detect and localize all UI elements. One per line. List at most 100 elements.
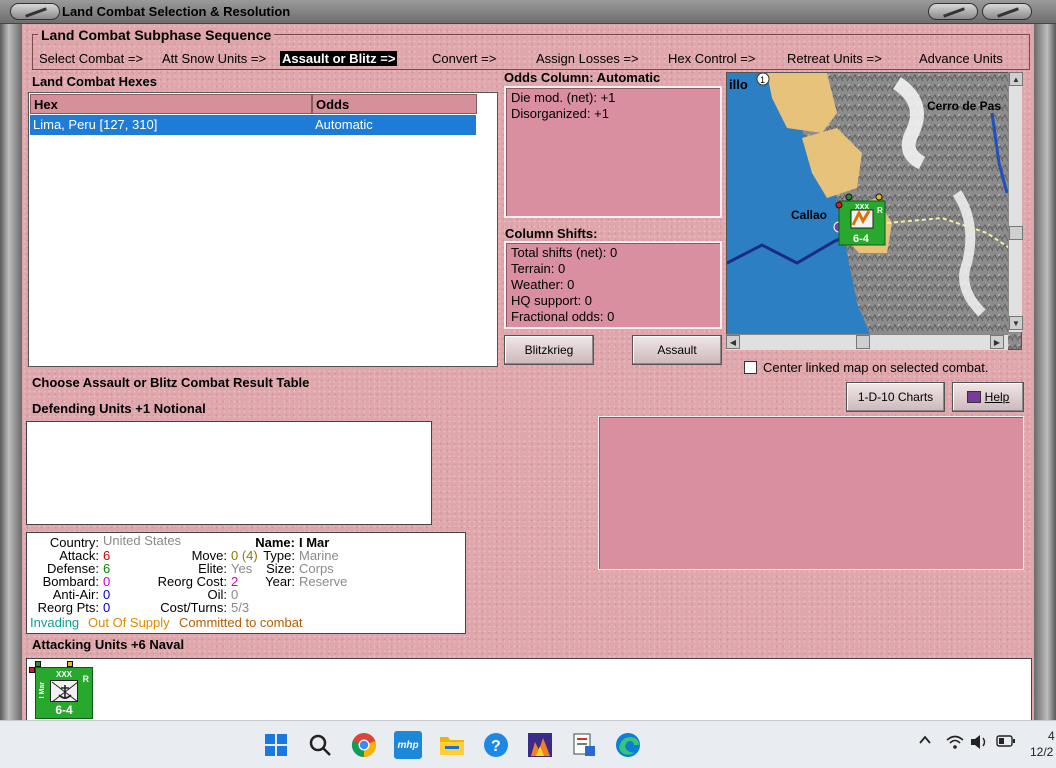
center-map-checkbox[interactable]: [744, 361, 757, 374]
year-label: Year:: [265, 574, 295, 589]
map-label-port: Callao: [791, 208, 827, 222]
mhp-label: mhp: [397, 739, 419, 751]
odds-column-title: Odds Column: Automatic: [504, 70, 661, 85]
seq-assign-losses[interactable]: Assign Losses =>: [536, 51, 639, 66]
counter-reserve: R: [82, 674, 90, 684]
center-map-label: Center linked map on selected combat.: [763, 360, 989, 375]
svg-text:R: R: [877, 206, 883, 215]
status-invading: Invading: [30, 615, 80, 630]
year-value: Reserve: [299, 574, 348, 589]
crt-title: Choose Assault or Blitz Combat Result Ta…: [32, 375, 310, 390]
defending-units-title: Defending Units +1 Notional: [32, 401, 206, 416]
land-combat-hexes-table: Hex Odds Lima, Peru [127, 310] Automatic: [28, 92, 498, 367]
combat-result-panel: [598, 416, 1024, 570]
attacking-unit-counter[interactable]: XXX R I Mar 6-4: [35, 667, 93, 719]
seq-select-combat[interactable]: Select Combat =>: [39, 51, 143, 66]
column-header-odds[interactable]: Odds: [312, 94, 477, 114]
window-frame-left: [0, 24, 22, 720]
column-shifts-title: Column Shifts:: [505, 226, 598, 241]
attacking-units-title: Attacking Units +6 Naval: [32, 637, 185, 652]
wifi-icon[interactable]: [946, 734, 964, 753]
total-shifts-text: Total shifts (net): 0: [511, 245, 618, 260]
chevron-up-icon[interactable]: [918, 733, 932, 750]
row-hex: Lima, Peru [127, 310]: [33, 117, 158, 132]
window-title: Land Combat Selection & Resolution: [62, 4, 291, 19]
start-icon[interactable]: [262, 731, 290, 759]
seq-att-snow-units[interactable]: Att Snow Units =>: [162, 51, 266, 66]
defending-units-box: [26, 421, 432, 525]
svg-text:?: ?: [491, 738, 501, 755]
minimize-button[interactable]: [928, 3, 978, 20]
clock-date[interactable]: 12/2: [1030, 745, 1053, 759]
mhp-icon[interactable]: mhp: [394, 731, 422, 759]
help-label: Help: [984, 390, 1010, 404]
reorgpts-value: 0: [103, 600, 111, 615]
scroll-up-arrow-icon[interactable]: ▲: [1009, 72, 1023, 86]
search-icon[interactable]: [306, 731, 334, 759]
assault-button[interactable]: Assault: [632, 335, 722, 365]
subphase-sequence-title: Land Combat Subphase Sequence: [38, 27, 275, 43]
fractional-odds-text: Fractional odds: 0: [511, 309, 615, 324]
blitzkrieg-button[interactable]: Blitzkrieg: [504, 335, 594, 365]
seq-hex-control[interactable]: Hex Control =>: [668, 51, 755, 66]
counter-strength: 6-4: [55, 703, 73, 717]
book-icon: [966, 391, 981, 403]
seq-convert[interactable]: Convert =>: [432, 51, 496, 66]
window-frame-right: [1034, 24, 1056, 720]
charts-button[interactable]: 1-D-10 Charts: [846, 382, 945, 412]
scroll-right-arrow-icon[interactable]: ▶: [990, 335, 1004, 349]
battery-icon[interactable]: [996, 734, 1016, 751]
die-mod-text: Die mod. (net): +1: [511, 90, 616, 105]
reorgpts-label: Reorg Pts:: [37, 600, 99, 615]
main-panel: Land Combat Subphase Sequence Select Com…: [22, 24, 1034, 720]
hq-support-text: HQ support: 0: [511, 293, 592, 308]
status-committed: Committed to combat: [179, 615, 303, 630]
close-button[interactable]: [982, 3, 1032, 20]
attacking-units-box: XXX R I Mar 6-4: [26, 658, 1032, 720]
scroll-thumb[interactable]: [1009, 226, 1023, 240]
map-label-top-left: illo: [729, 77, 748, 92]
land-combat-hexes-title: Land Combat Hexes: [32, 74, 157, 89]
game-icon[interactable]: [526, 731, 554, 759]
row-odds: Automatic: [315, 117, 373, 132]
table-row[interactable]: Lima, Peru [127, 310] Automatic: [30, 115, 476, 135]
seq-assault-or-blitz[interactable]: Assault or Blitz =>: [280, 51, 398, 66]
svg-text:XXX: XXX: [855, 204, 869, 211]
map-horizontal-scrollbar[interactable]: ◀ ▶: [726, 334, 1008, 350]
counter-name: I Mar: [39, 682, 46, 699]
map-vertical-scrollbar[interactable]: ▲ ▼: [1008, 72, 1023, 332]
marine-anchor-icon: [50, 680, 79, 703]
volume-icon[interactable]: [970, 734, 988, 753]
chrome-icon[interactable]: [350, 731, 378, 759]
scroll-down-arrow-icon[interactable]: ▼: [1009, 316, 1023, 330]
linked-map[interactable]: 1 illo Cerro de Pas Callao XXX R 6-4: [726, 72, 1022, 350]
seq-advance-units[interactable]: Advance Units: [919, 51, 1003, 66]
counter-size: XXX: [56, 670, 73, 679]
map-unit-counter: XXX R 6-4: [838, 200, 886, 246]
disorganized-text: Disorganized: +1: [511, 106, 609, 121]
folder-icon[interactable]: [438, 731, 466, 759]
help-button[interactable]: Help: [952, 382, 1024, 412]
scroll-thumb[interactable]: [856, 335, 870, 349]
column-header-hex[interactable]: Hex: [30, 94, 312, 114]
seq-retreat-units[interactable]: Retreat Units =>: [787, 51, 882, 66]
odds-details-box: Die mod. (net): +1 Disorganized: +1: [504, 86, 722, 218]
help-icon[interactable]: ?: [482, 731, 510, 759]
system-menu-button[interactable]: [10, 3, 60, 20]
taskbar: mhp ? 4 12/2: [0, 720, 1056, 768]
tool-icon[interactable]: [570, 731, 598, 759]
window-titlebar: Land Combat Selection & Resolution: [0, 0, 1056, 24]
unit-info-panel: Country: United States Attack: 6 Defense…: [26, 532, 466, 634]
edge-icon[interactable]: [614, 731, 642, 759]
scroll-left-arrow-icon[interactable]: ◀: [726, 335, 740, 349]
costturns-label: Cost/Turns:: [160, 600, 227, 615]
svg-text:6-4: 6-4: [853, 233, 870, 245]
status-out-of-supply: Out Of Supply: [88, 615, 170, 630]
clock-time[interactable]: 4: [1048, 729, 1055, 743]
country-value: United States: [103, 533, 182, 548]
costturns-value: 5/3: [231, 600, 250, 615]
weather-shift-text: Weather: 0: [511, 277, 575, 292]
column-shifts-box: Total shifts (net): 0 Terrain: 0 Weather…: [504, 241, 722, 329]
map-label-top-right: Cerro de Pas: [927, 99, 1001, 113]
map-marker-number: 1: [760, 75, 765, 85]
